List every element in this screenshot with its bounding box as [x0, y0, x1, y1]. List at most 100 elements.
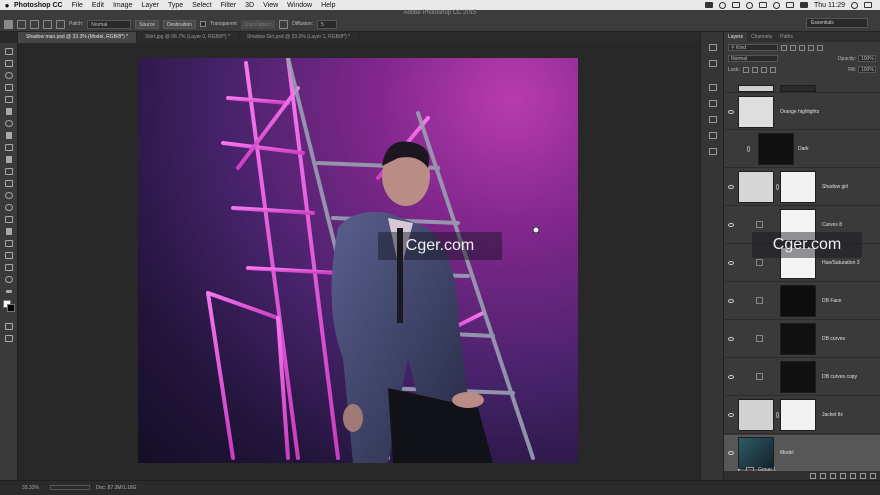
patch-tool-icon[interactable]	[4, 19, 13, 29]
brush-tool-icon[interactable]	[6, 132, 12, 139]
layer-name[interactable]: Jacket fix	[822, 412, 843, 418]
tab-shadow-girl[interactable]: Shadow Girl.psd @ 33.3% (Layer 1, RGB/8*…	[239, 32, 360, 43]
layer-name[interactable]: DB Face	[822, 298, 841, 304]
patch-tool-active-icon[interactable]	[5, 120, 13, 127]
actions-panel-icon[interactable]	[709, 84, 717, 91]
battery-icon[interactable]	[799, 2, 808, 8]
menu-view[interactable]: View	[263, 2, 278, 9]
visibility-eye-icon[interactable]	[728, 451, 734, 455]
bluetooth-icon[interactable]	[758, 2, 767, 8]
volume-icon[interactable]	[785, 2, 794, 8]
new-adjustment-icon[interactable]	[840, 472, 846, 479]
visibility-eye-icon[interactable]	[728, 223, 734, 227]
blur-tool-icon[interactable]	[5, 192, 13, 199]
source-button[interactable]: Source	[135, 19, 160, 29]
filter-type-icon[interactable]	[799, 44, 805, 51]
link-layers-icon[interactable]	[810, 472, 816, 479]
more-tools-icon[interactable]	[6, 290, 12, 293]
clock[interactable]: Thu 11:29	[814, 2, 845, 9]
layer-name[interactable]: DB curves	[822, 336, 845, 342]
eraser-tool-icon[interactable]	[5, 168, 13, 175]
new-selection-icon[interactable]	[17, 19, 26, 29]
screen-mode-icon[interactable]	[5, 335, 13, 342]
fill-input[interactable]: 100%	[858, 66, 876, 73]
visibility-eye-icon[interactable]	[728, 185, 734, 189]
layer-name[interactable]: Curves 8	[822, 222, 842, 228]
tab-shirt[interactable]: Shirt.jpg @ 66.7% (Layer 0, RGB/8*) *	[137, 32, 239, 43]
menu-file[interactable]: File	[72, 2, 83, 9]
history-brush-tool-icon[interactable]	[6, 156, 12, 163]
menu-select[interactable]: Select	[192, 2, 211, 9]
opacity-input[interactable]: 100%	[858, 55, 876, 62]
dodge-tool-icon[interactable]	[5, 204, 13, 211]
blend-mode-select[interactable]: Normal	[728, 55, 778, 62]
menu-filter[interactable]: Filter	[221, 2, 237, 9]
lock-transparent-icon[interactable]	[742, 66, 749, 73]
document-info[interactable]: Doc: 87.3M/1.18G	[96, 485, 137, 491]
trash-icon[interactable]	[870, 472, 876, 479]
notification-icon[interactable]	[864, 2, 872, 8]
filter-pixel-icon[interactable]	[781, 44, 787, 51]
character-panel-icon[interactable]	[709, 132, 717, 139]
spotlight-icon[interactable]	[851, 1, 858, 9]
new-group-icon[interactable]	[850, 472, 856, 479]
tab-layers[interactable]: Layers	[724, 32, 748, 42]
layer-name[interactable]: Shadow girl	[822, 184, 848, 190]
filter-smart-icon[interactable]	[817, 44, 823, 51]
status-scroll-icon[interactable]	[50, 485, 90, 490]
patch-mode-select[interactable]: Normal	[87, 19, 132, 29]
fx-icon[interactable]	[820, 472, 826, 479]
eyedropper-tool-icon[interactable]	[6, 108, 12, 115]
layer-name[interactable]: Dark	[798, 146, 809, 152]
filter-adjustment-icon[interactable]	[790, 44, 796, 51]
hand-tool-icon[interactable]	[5, 264, 13, 271]
subtract-selection-icon[interactable]	[43, 19, 52, 29]
visibility-eye-icon[interactable]	[728, 299, 734, 303]
destination-button[interactable]: Destination	[163, 19, 197, 29]
workspace-select[interactable]: Essentials	[806, 18, 868, 28]
path-select-tool-icon[interactable]	[5, 240, 13, 247]
menu-type[interactable]: Type	[168, 2, 183, 9]
menu-window[interactable]: Window	[287, 2, 312, 9]
lock-all-icon[interactable]	[769, 66, 776, 73]
clone-stamp-tool-icon[interactable]	[5, 144, 13, 151]
layer-row-db-curves[interactable]: DB curves	[724, 321, 880, 358]
sync-icon[interactable]	[718, 1, 726, 9]
kind-filter-select[interactable]: ⚲ Kind	[728, 44, 778, 51]
layer-row-db-face[interactable]: DB Face	[724, 283, 880, 320]
history-panel-icon[interactable]	[709, 44, 717, 51]
visibility-eye-icon[interactable]	[728, 261, 734, 265]
tab-shadow-man[interactable]: Shadow man.psd @ 33.3% (Model, RGB/8*) *	[18, 32, 138, 43]
layer-row-dark[interactable]: Dark	[724, 131, 880, 168]
layer-name[interactable]: Model	[780, 450, 794, 456]
visibility-eye-icon[interactable]	[728, 337, 734, 341]
layer-row-jacket-fix[interactable]: Jacket fix	[724, 397, 880, 434]
menu-image[interactable]: Image	[113, 2, 132, 9]
mask-link-icon[interactable]	[776, 184, 779, 190]
layer-name[interactable]: Hue/Saturation 3	[822, 260, 860, 266]
add-mask-icon[interactable]	[830, 472, 836, 479]
canvas-area[interactable]: Cger.com	[18, 43, 700, 480]
transparent-checkbox[interactable]	[200, 21, 207, 27]
quick-mask-icon[interactable]	[5, 323, 13, 330]
layer-row-db-curves-copy[interactable]: DB curves copy	[724, 359, 880, 396]
crop-tool-icon[interactable]	[5, 96, 13, 103]
rectangle-tool-icon[interactable]	[5, 252, 13, 259]
background-color-swatch[interactable]	[7, 304, 15, 312]
styles-panel-icon[interactable]	[709, 116, 717, 123]
lock-image-icon[interactable]	[751, 66, 758, 73]
new-layer-icon[interactable]	[860, 472, 866, 479]
dropbox-icon[interactable]	[704, 2, 713, 8]
visibility-eye-icon[interactable]	[728, 413, 734, 417]
tab-paths[interactable]: Paths	[776, 32, 797, 42]
adjustments-panel-icon[interactable]	[709, 100, 717, 107]
quick-select-tool-icon[interactable]	[5, 84, 13, 91]
properties-panel-icon[interactable]	[709, 60, 717, 67]
diffusion-select[interactable]: 5	[317, 19, 337, 29]
mask-link-icon[interactable]	[776, 412, 779, 418]
use-pattern-button[interactable]: Use Pattern	[240, 19, 276, 29]
menu-help[interactable]: Help	[321, 2, 335, 9]
type-tool-icon[interactable]	[6, 228, 12, 235]
marquee-tool-icon[interactable]	[5, 60, 13, 67]
timemachine-icon[interactable]	[745, 1, 753, 9]
